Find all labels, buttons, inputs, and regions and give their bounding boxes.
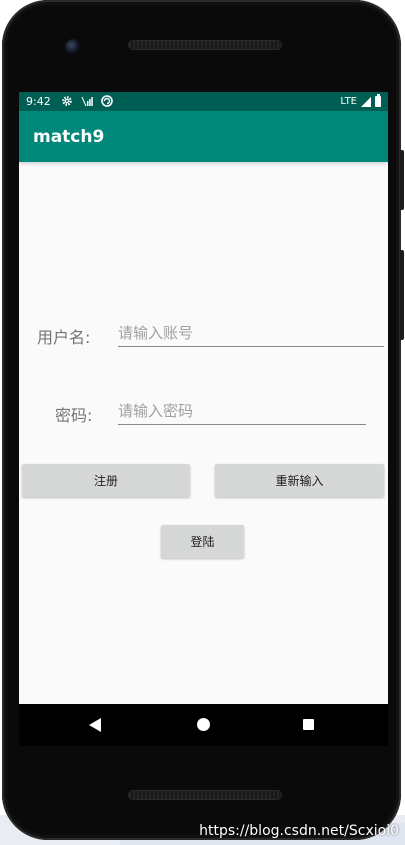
- username-input[interactable]: [118, 320, 384, 346]
- app-title: match9: [33, 126, 105, 147]
- status-bar: 9:42 LTE: [19, 92, 388, 111]
- power-button: [400, 150, 404, 210]
- network-label: LTE: [340, 96, 357, 107]
- home-icon[interactable]: [197, 718, 210, 731]
- volume-button: [400, 250, 404, 340]
- password-field[interactable]: [118, 398, 366, 425]
- gear-icon: [61, 95, 73, 109]
- back-icon[interactable]: [89, 718, 101, 732]
- username-label: 用户名:: [37, 328, 91, 347]
- status-time: 9:42: [26, 95, 51, 108]
- cell-signal-icon: [361, 96, 371, 107]
- front-camera: [65, 39, 81, 55]
- signal-off-icon: [81, 95, 93, 109]
- login-button[interactable]: 登陆: [161, 525, 244, 558]
- password-input[interactable]: [118, 398, 366, 424]
- app-bar: match9: [19, 111, 388, 162]
- navigation-bar: [19, 704, 388, 746]
- watermark: https://blog.csdn.net/Scxioi0: [199, 823, 399, 839]
- username-field[interactable]: [118, 320, 384, 347]
- app-screen: 9:42 LTE match9 用户名: 密码: 注册 重新输入 登陆: [19, 92, 388, 704]
- reset-button[interactable]: 重新输入: [215, 464, 384, 497]
- status-right: LTE: [340, 94, 381, 107]
- sync-icon: [100, 94, 113, 109]
- register-button[interactable]: 注册: [22, 464, 190, 497]
- top-speaker: [129, 41, 281, 49]
- battery-icon: [375, 94, 381, 107]
- recents-icon[interactable]: [303, 719, 314, 730]
- bottom-speaker: [129, 791, 281, 799]
- password-label: 密码:: [55, 406, 93, 425]
